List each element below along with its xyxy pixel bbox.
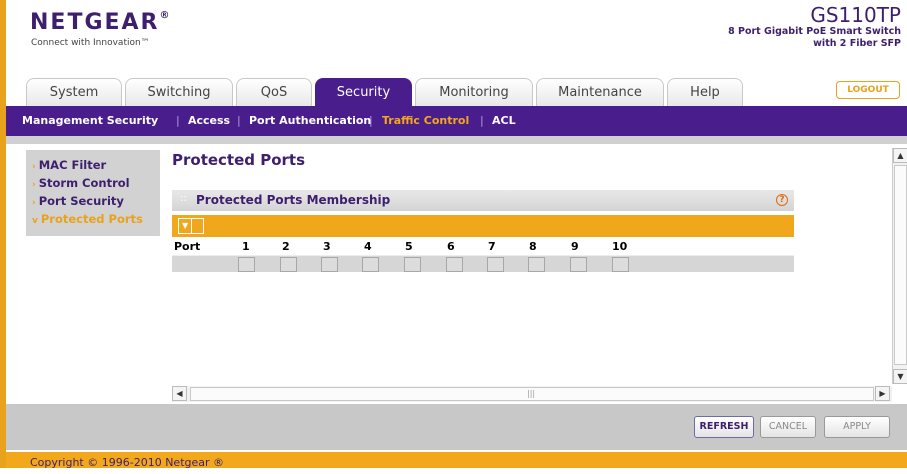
port-number: 1 [242, 240, 250, 253]
port-number: 6 [447, 240, 455, 253]
port-checkbox[interactable] [570, 257, 587, 272]
sidebar-item-port-security[interactable]: › Port Security [26, 193, 160, 211]
subnav-separator: | [176, 114, 180, 127]
chevron-right-icon: › [32, 162, 36, 172]
sidebar-item-protected-ports[interactable]: v Protected Ports [26, 211, 160, 229]
port-label: Port [174, 240, 201, 253]
caret-down-icon: ▼ [182, 221, 189, 230]
port-number: 5 [405, 240, 413, 253]
model-desc-2: with 2 Fiber SFP [813, 38, 901, 49]
subnav-acl[interactable]: ACL [492, 114, 516, 127]
chevron-right-icon: › [32, 180, 36, 190]
tagline: Connect with Innovation™ [31, 38, 150, 48]
scroll-up-icon[interactable]: ▲ [893, 148, 907, 163]
sidebar-item-storm-control[interactable]: › Storm Control [26, 175, 160, 193]
sidebar: › MAC Filter › Storm Control › Port Securit… [26, 150, 160, 236]
chevron-right-icon: › [32, 198, 36, 208]
tab-qos[interactable]: QoS [236, 78, 312, 106]
scroll-grip-icon: ||| [527, 389, 536, 398]
copyright-footer: Copyright © 1996-2010 Netgear ® [6, 452, 907, 469]
subnav-separator: | [369, 114, 373, 127]
model-desc-1: 8 Port Gigabit PoE Smart Switch [728, 26, 901, 37]
port-checkbox[interactable] [321, 257, 338, 272]
model-name: GS110TP [810, 3, 901, 27]
port-checkbox[interactable] [280, 257, 297, 272]
chevron-down-icon: v [32, 216, 38, 226]
subnav-separator: | [237, 114, 241, 127]
port-number: 3 [323, 240, 331, 253]
port-number: 2 [282, 240, 290, 253]
logout-button[interactable]: LOGOUT [836, 81, 900, 99]
port-number: 9 [571, 240, 579, 253]
port-number: 8 [529, 240, 537, 253]
scroll-down-icon[interactable]: ▼ [893, 369, 907, 384]
port-header-row: Port 1 2 3 4 5 6 7 8 9 10 [172, 240, 794, 254]
scroll-right-icon[interactable]: ▶ [875, 386, 890, 401]
group-select[interactable]: ▼ [178, 218, 204, 234]
select-checkbox[interactable] [191, 219, 203, 233]
section-header: :: Protected Ports Membership ? [172, 190, 794, 211]
subnav-access[interactable]: Access [188, 114, 230, 127]
port-checkbox[interactable] [404, 257, 421, 272]
divider-bar [6, 136, 907, 144]
horizontal-scroll-thumb[interactable]: ||| [190, 387, 874, 401]
port-checkbox[interactable] [612, 257, 629, 272]
page-title: Protected Ports [172, 151, 306, 169]
port-checkbox[interactable] [362, 257, 379, 272]
tab-help[interactable]: Help [667, 78, 743, 106]
port-checkbox[interactable] [487, 257, 504, 272]
tab-monitoring[interactable]: Monitoring [415, 78, 533, 106]
scroll-left-icon[interactable]: ◀ [172, 386, 187, 401]
subnav-traffic-control[interactable]: Traffic Control [382, 114, 469, 127]
tab-maintenance[interactable]: Maintenance [536, 78, 664, 106]
port-number: 4 [364, 240, 372, 253]
vertical-scroll-thumb[interactable] [894, 165, 907, 365]
port-checkbox[interactable] [238, 257, 255, 272]
port-number: 7 [488, 240, 496, 253]
section-title: Protected Ports Membership [196, 193, 391, 207]
device-model: GS110TP 8 Port Gigabit PoE Smart Switch … [728, 4, 901, 50]
subnav-port-authentication[interactable]: Port Authentication [249, 114, 371, 127]
port-number: 10 [612, 240, 628, 253]
help-icon[interactable]: ? [776, 194, 788, 206]
tab-system[interactable]: System [26, 78, 122, 106]
vertical-scrollbar[interactable]: ▲ ▼ [892, 148, 907, 384]
group-select-bar: ▼ [172, 215, 794, 237]
tab-switching[interactable]: Switching [125, 78, 233, 106]
action-bar: REFRESH CANCEL APPLY [6, 404, 907, 450]
cancel-button[interactable]: CANCEL [760, 416, 816, 438]
port-checkbox[interactable] [528, 257, 545, 272]
sidebar-item-mac-filter[interactable]: › MAC Filter [26, 157, 160, 175]
tab-security[interactable]: Security [315, 78, 412, 108]
port-checkbox-row [172, 255, 794, 272]
port-checkbox[interactable] [446, 257, 463, 272]
horizontal-scrollbar[interactable]: ◀ ||| ▶ [172, 386, 892, 402]
grip-icon: :: [180, 193, 187, 204]
subnav-separator: | [480, 114, 484, 127]
netgear-logo: NETGEAR® [30, 10, 170, 35]
sub-navigation: Management Security | Access | Port Auth… [6, 106, 907, 136]
refresh-button[interactable]: REFRESH [694, 416, 754, 438]
apply-button[interactable]: APPLY [824, 416, 890, 438]
subnav-management-security[interactable]: Management Security [22, 114, 158, 127]
